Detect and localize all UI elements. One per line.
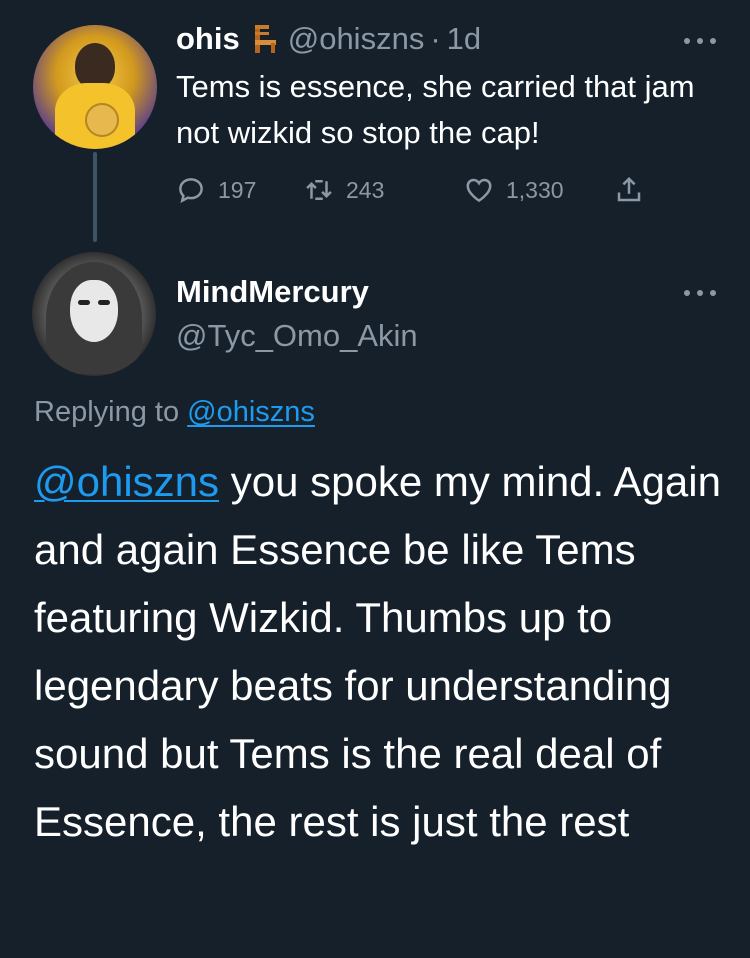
replying-to-link[interactable]: @ohiszns [187, 396, 315, 428]
more-options-icon[interactable] [684, 36, 716, 46]
share-button[interactable] [614, 175, 644, 205]
heart-icon [466, 178, 492, 203]
retweet-button[interactable]: 243 [304, 175, 464, 205]
avatar-trophy [85, 103, 119, 137]
share-icon [617, 176, 641, 202]
user-handle[interactable]: @ohiszns [288, 18, 425, 60]
display-name[interactable]: ohis [176, 18, 240, 60]
thread-connector-line [93, 152, 97, 242]
avatar[interactable] [32, 252, 156, 376]
user-handle[interactable]: @Tyc_Omo_Akin [176, 316, 418, 356]
more-options-icon[interactable] [684, 288, 716, 298]
like-count: 1,330 [506, 176, 564, 203]
separator-dot: · [430, 21, 441, 56]
replying-to-label: Replying to [34, 396, 188, 428]
replying-to-line: Replying to @ohiszns [34, 392, 315, 432]
retweet-count: 243 [346, 176, 385, 203]
mention-link[interactable]: @ohiszns [34, 458, 219, 505]
parent-tweet-header: ohis @ohiszns · 1d [176, 18, 481, 60]
reply-icon [179, 178, 203, 203]
retweet-icon [306, 180, 332, 200]
tweet-text: @ohiszns you spoke my mind. Again and ag… [34, 448, 734, 856]
like-button[interactable]: 1,330 [464, 175, 614, 205]
tweet-actions: 197 243 1,330 [176, 170, 644, 210]
reply-count: 197 [218, 176, 257, 203]
avatar-mask [70, 280, 118, 342]
reply-button[interactable]: 197 [176, 175, 304, 205]
avatar[interactable] [33, 25, 157, 149]
tweet-body-text: you spoke my mind. Again and again Essen… [34, 458, 721, 845]
tweet-timestamp[interactable]: 1d [447, 18, 481, 60]
tweet-text: Tems is essence, she carried that jam no… [176, 69, 695, 150]
chair-icon [252, 23, 278, 55]
tweet-thread: ohis @ohiszns · 1d Tems is essence, she … [0, 0, 750, 958]
display-name[interactable]: MindMercury [176, 272, 369, 312]
